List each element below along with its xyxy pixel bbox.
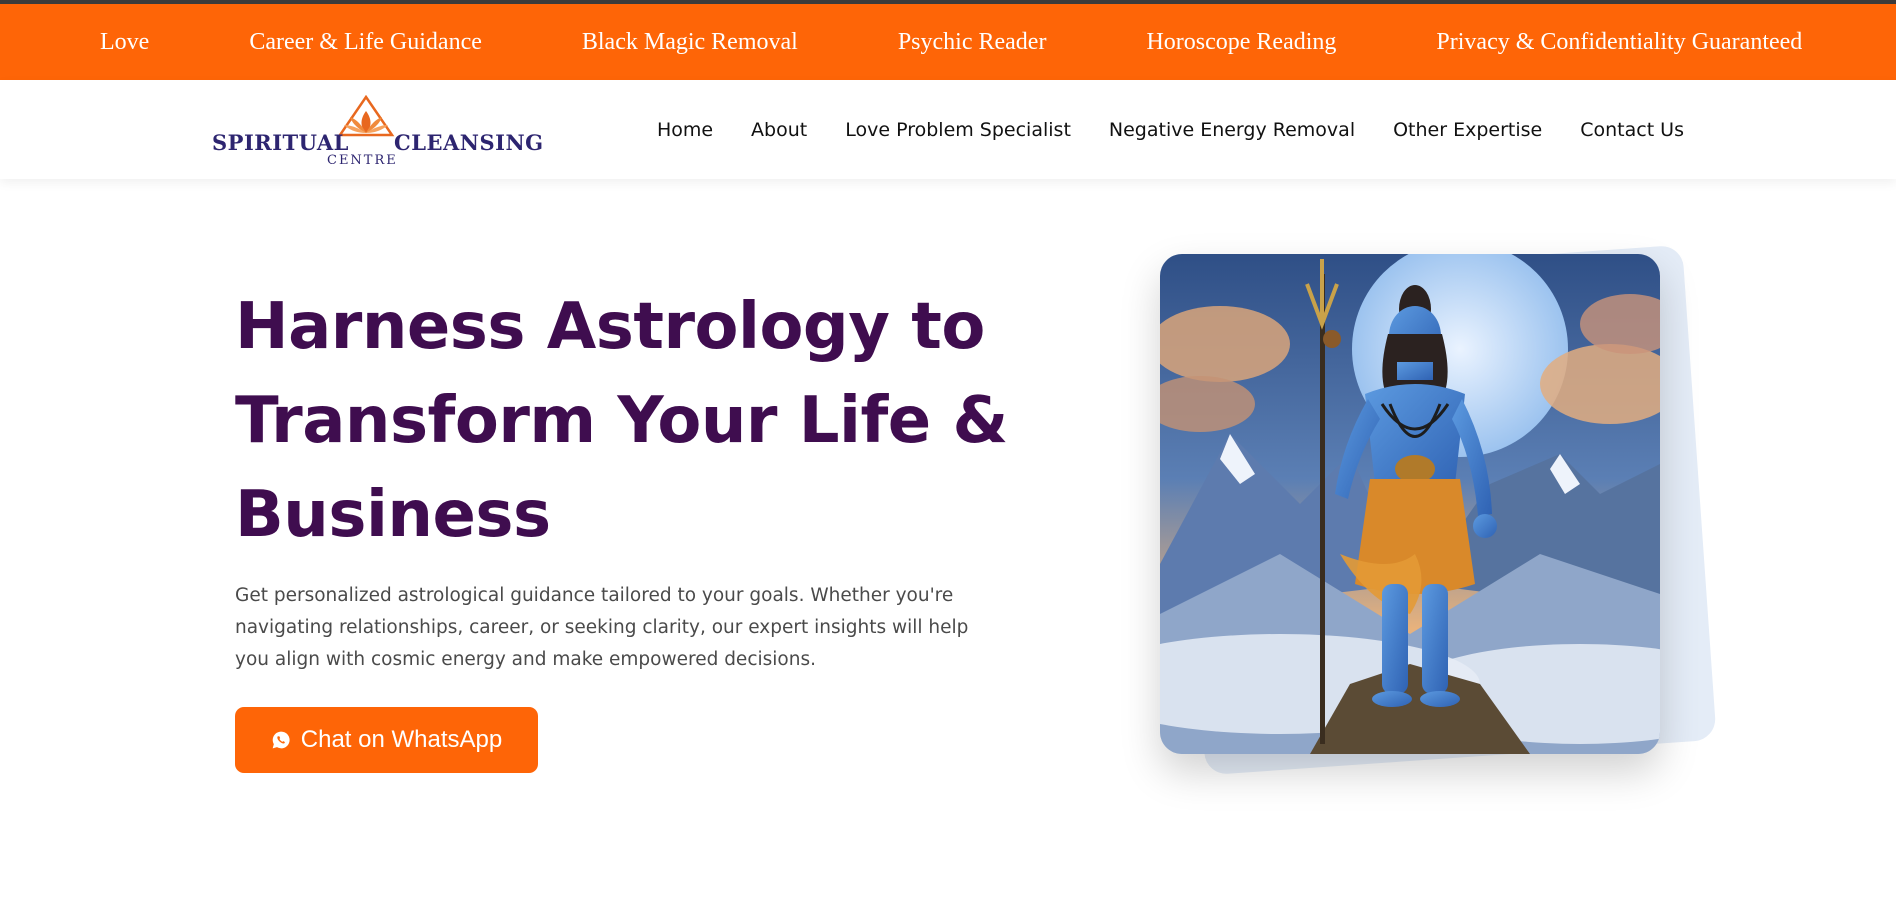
nav-item-other-expertise[interactable]: Other Expertise [1393,119,1542,141]
ticker-item: Love [100,29,150,55]
ticker-track: ions Love Career & Life Guidance Black M… [0,4,1852,80]
hero-title: Harness Astrology to Transform Your Life… [235,280,1035,562]
hero-description: Get personalized astrological guidance t… [235,585,969,670]
ticker-item: ions [0,4,50,80]
ticker-item: Black Magic Removal [581,29,798,55]
ticker-item: Horoscope Reading [1146,29,1337,55]
shiva-illustration [1160,254,1660,754]
logo-word-right: CLEANSING [394,130,544,155]
hero-title-line: Transform Your Life & [235,384,1008,458]
ticker-item: Career & Life Guidance [249,29,482,55]
nav-item-contact-us[interactable]: Contact Us [1580,119,1684,141]
chat-on-whatsapp-button[interactable]: Chat on WhatsApp [235,707,538,773]
announcement-ticker: ions Love Career & Life Guidance Black M… [0,0,1896,80]
ticker-item: Privacy & Confidentiality Guaranteed [1436,29,1803,55]
logo-word-left: SPIRITUAL [212,130,349,155]
nav-item-home[interactable]: Home [657,119,713,141]
site-logo[interactable]: SPIRITUAL CLEANSING CENTRE [212,95,543,168]
nav-item-about[interactable]: About [751,119,807,141]
whatsapp-icon [272,731,290,749]
nav-item-love-problem-specialist[interactable]: Love Problem Specialist [845,119,1071,141]
nav-item-negative-energy-removal[interactable]: Negative Energy Removal [1109,119,1355,141]
hero-title-line: Harness Astrology to [235,290,985,364]
logo-subtitle: CENTRE [327,153,398,168]
ticker-item: Psychic Reader [897,29,1047,55]
hero-title-line: Business [235,478,551,552]
hero-image [1160,254,1660,754]
cta-label: Chat on WhatsApp [300,726,503,753]
main-nav: Home About Love Problem Specialist Negat… [657,80,1684,179]
site-header: SPIRITUAL CLEANSING CENTRE Home About Lo… [0,80,1896,179]
